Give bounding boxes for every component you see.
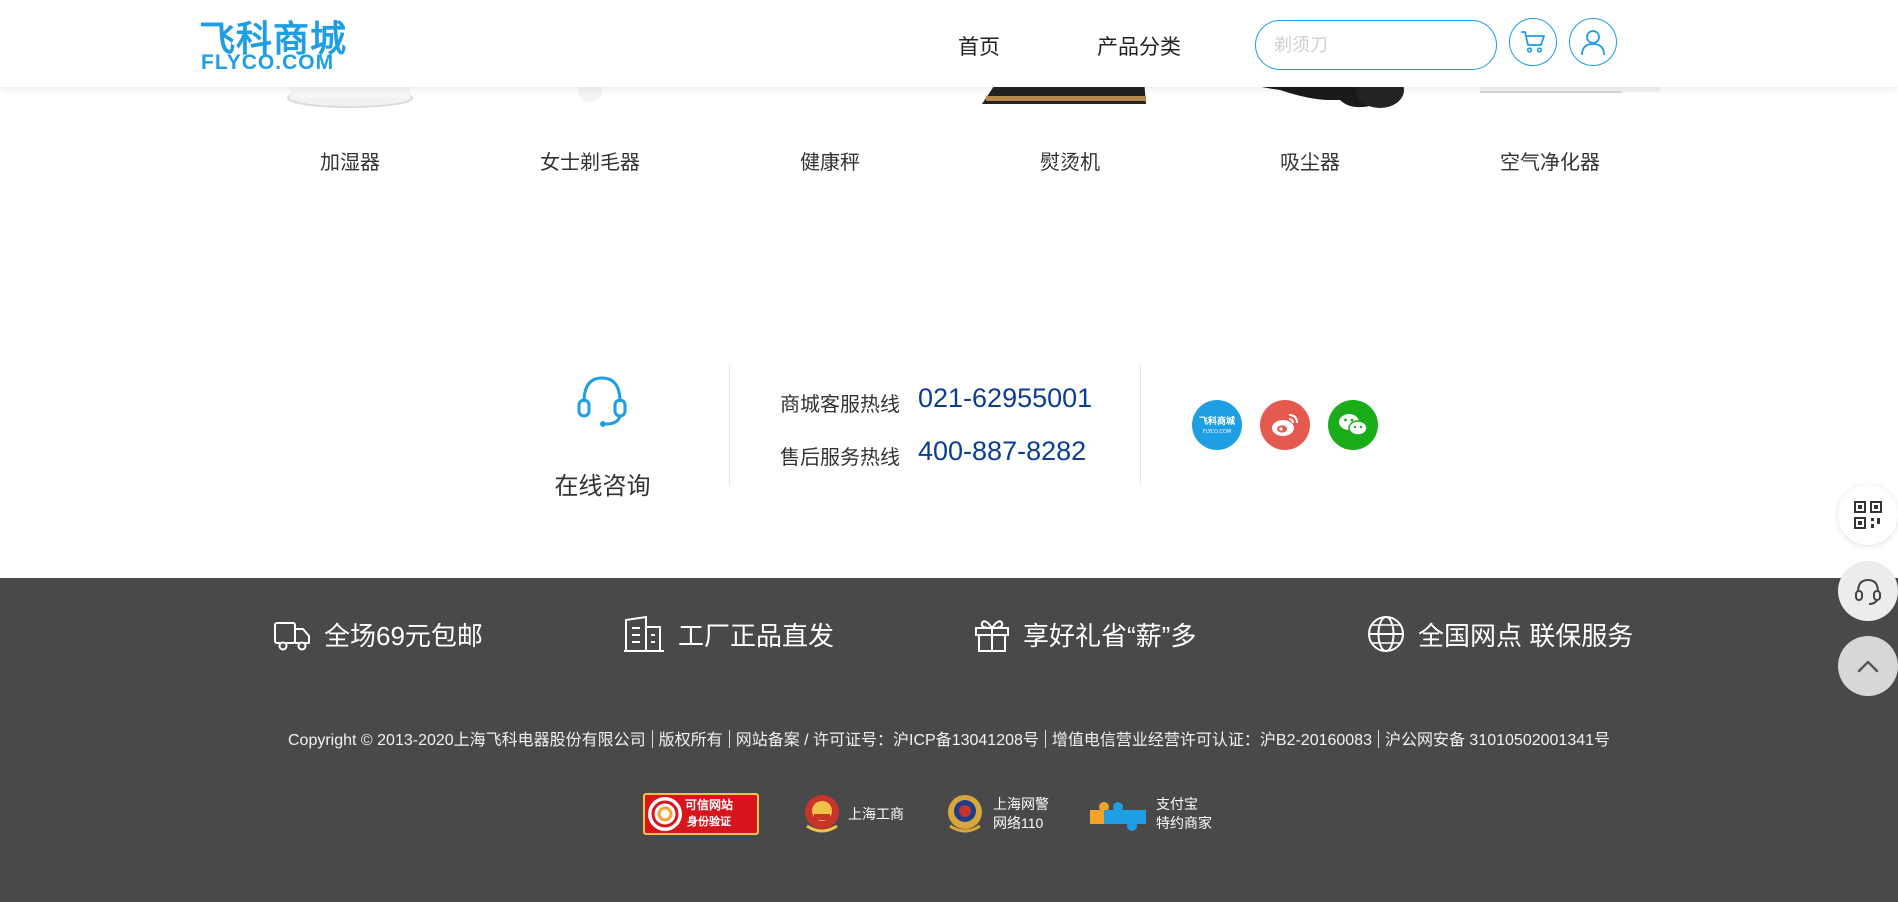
alipay-merchant-badge[interactable]: 支付宝 特约商家 [1088, 792, 1212, 836]
icp-link[interactable]: 网站备案 / 许可证号：沪ICP备13041208号 [736, 732, 1039, 749]
search-input[interactable] [1255, 20, 1497, 70]
police-emblem-icon [948, 795, 982, 833]
customer-service-button[interactable] [1838, 561, 1898, 621]
wechat-icon [1339, 414, 1368, 436]
separator [1377, 730, 1379, 748]
trusted-seal-icon [648, 797, 682, 831]
feature-free-shipping: 全场69元包邮 [272, 614, 483, 654]
telecom-license-link[interactable]: 增值电信营业经营许可认证：沪B2-20160083 [1052, 732, 1372, 749]
site-header: 飞科商城 FLYCO.COM 首页 产品分类 [0, 0, 1898, 87]
contact-section: 在线咨询 商城客服热线 021-62955001 售后服务热线 400-887-… [0, 350, 1898, 500]
flyco-mall-link[interactable]: 飞科商城 FLYCO.COM [1192, 400, 1242, 450]
nav-product-categories[interactable]: 产品分类 [1097, 31, 1181, 61]
alipay-text: 支付宝 特约商家 [1156, 795, 1212, 833]
nav-home[interactable]: 首页 [958, 31, 1000, 61]
trusted-site-card: 可信网站 身份验证 [643, 793, 759, 835]
feature-genuine: 工厂正品直发 [622, 614, 834, 654]
copyright-text: Copyright © 2013-2020上海飞科电器股份有限公司 [287, 732, 646, 749]
truck-icon [274, 622, 310, 651]
product-name: 熨烫机 [1040, 152, 1100, 174]
cart-button[interactable] [1509, 18, 1557, 66]
alipay-line1: 支付宝 [1156, 796, 1198, 812]
feature-warranty: 全国网点 联保服务 [1366, 614, 1633, 654]
online-consult-label: 在线咨询 [554, 473, 651, 500]
feature-text: 工厂正品直发 [678, 620, 835, 651]
trusted-line1: 可信网站 [685, 798, 734, 812]
cart-icon [1521, 31, 1545, 53]
police-line2: 网络110 [993, 815, 1044, 831]
feature-gifts: 享好礼省“薪”多 [973, 614, 1196, 654]
police-record-link[interactable]: 沪公网安备 31010502001341号 [1385, 732, 1610, 749]
hotline-label: 售后服务热线 [780, 447, 900, 469]
hotline-label: 商城客服热线 [780, 394, 900, 416]
product-name: 女士剃毛器 [540, 152, 640, 174]
chevron-up-icon [1857, 660, 1879, 673]
factory-icon [624, 615, 664, 652]
headset-icon [577, 376, 627, 427]
rights-text: 版权所有 [658, 732, 723, 749]
trusted-line2: 身份验证 [687, 816, 731, 828]
online-consult[interactable]: 在线咨询 [540, 370, 665, 500]
product-name: 吸尘器 [1280, 152, 1340, 174]
gongshang-label: 上海工商 [848, 805, 904, 822]
separator [728, 730, 730, 748]
qrcode-button[interactable] [1838, 485, 1898, 545]
feature-text: 全国网点 联保服务 [1418, 620, 1634, 651]
trusted-site-text: 可信网站 身份验证 [685, 797, 733, 831]
product-name: 健康秤 [800, 152, 860, 174]
back-to-top-button[interactable] [1838, 636, 1898, 696]
svg-text:FLYCO.COM: FLYCO.COM [1203, 429, 1231, 435]
user-icon [1581, 30, 1605, 56]
flyco-logo-icon: 飞科商城 FLYCO.COM [1199, 415, 1235, 435]
site-logo[interactable]: 飞科商城 FLYCO.COM [199, 10, 349, 74]
wechat-link[interactable] [1328, 400, 1378, 450]
gongshang-badge[interactable]: 上海工商 [802, 792, 904, 836]
hotline-number[interactable]: 400-887-8282 [918, 436, 1086, 467]
alipay-puzzle-icon [1090, 802, 1146, 831]
site-footer: 全场69元包邮 工厂正品直发 享好礼省“薪”多 全国网点 联保服务 Copyri… [0, 578, 1898, 902]
separator [651, 730, 653, 748]
product-name: 加湿器 [320, 152, 380, 174]
product-name: 空气净化器 [1500, 152, 1600, 174]
separator [1044, 730, 1046, 748]
police-line1: 上海网警 [993, 796, 1049, 812]
divider [1140, 365, 1141, 485]
copyright-bar: Copyright © 2013-2020上海飞科电器股份有限公司 版权所有 网站备… [0, 726, 1898, 750]
divider [729, 365, 730, 485]
weibo-icon [1272, 414, 1298, 436]
hotline-number[interactable]: 021-62955001 [918, 383, 1092, 414]
svg-text:飞科商城: 飞科商城 [1199, 415, 1235, 427]
national-emblem-icon [805, 795, 839, 833]
user-button[interactable] [1569, 18, 1617, 66]
trusted-site-badge[interactable]: 可信网站 身份验证 [643, 792, 759, 836]
headset-icon [1855, 578, 1881, 605]
feature-text: 享好礼省“薪”多 [1023, 620, 1197, 651]
weibo-link[interactable] [1260, 400, 1310, 450]
cyber-police-badge[interactable]: 上海网警 网络110 [945, 792, 1049, 836]
gift-icon [975, 620, 1009, 652]
globe-icon [1368, 616, 1404, 652]
police-text: 上海网警 网络110 [993, 795, 1049, 833]
alipay-line2: 特约商家 [1156, 815, 1212, 831]
logo-english: FLYCO.COM [201, 51, 335, 74]
qrcode-icon [1854, 501, 1882, 529]
feature-text: 全场69元包邮 [324, 620, 483, 651]
